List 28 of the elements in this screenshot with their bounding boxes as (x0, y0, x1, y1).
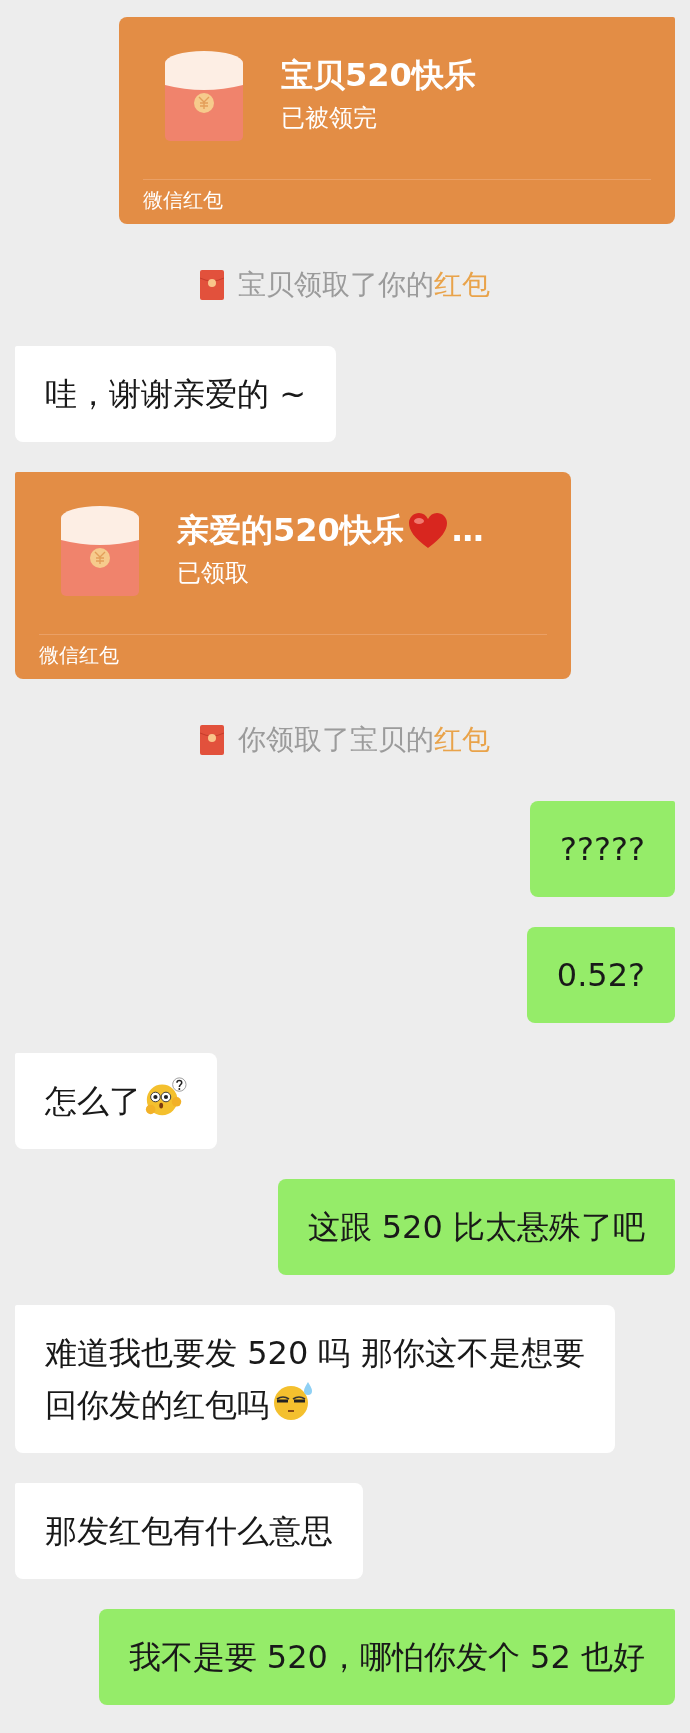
envelope-icon (61, 506, 139, 596)
chat-bubble: 那发红包有什么意思 (15, 1483, 363, 1579)
packet-title: … (451, 510, 484, 551)
packet-status: 已被领完 (281, 103, 378, 134)
packet-card[interactable]: 宝贝520快乐 已被领完 微信红包 (119, 17, 675, 224)
chat-bubble: 0.52? (526, 927, 675, 1023)
packet-link[interactable]: 红包 (434, 266, 490, 304)
heart-icon (407, 511, 448, 549)
packet-title: 宝贝520快乐 (281, 55, 476, 96)
packet-card[interactable]: 亲爱的520快乐 … 已领取 微信红包 (15, 472, 571, 679)
envelope-icon (165, 51, 243, 141)
system-message: 你领取了宝贝的 (238, 722, 434, 758)
chat-bubble: 我不是要 520，哪怕你发个 52 也好 (98, 1609, 675, 1705)
packet-link[interactable]: 红包 (434, 721, 490, 759)
packet-label: 微信红包 (143, 188, 223, 212)
packet-status: 已领取 (177, 558, 250, 589)
packet-label: 微信红包 (39, 643, 119, 667)
packet-title: 亲爱的520快乐 (177, 510, 404, 551)
envelope-icon (200, 725, 224, 755)
chat-bubble: ????? (530, 801, 675, 897)
chat-bubble: 怎么了 (15, 1053, 217, 1149)
question-face-icon (143, 1076, 187, 1118)
chat-bubble: 难道我也要发 520 吗 那你这不是想要回你发的红包吗 (15, 1305, 615, 1453)
chat-bubble: 哇，谢谢亲爱的 ~ (15, 346, 336, 442)
chat-bubble: 这跟 520 比太悬殊了吧 (277, 1179, 675, 1275)
sweat-face-icon (271, 1380, 315, 1422)
system-message: 宝贝领取了你的 (238, 267, 434, 303)
envelope-icon (200, 270, 224, 300)
